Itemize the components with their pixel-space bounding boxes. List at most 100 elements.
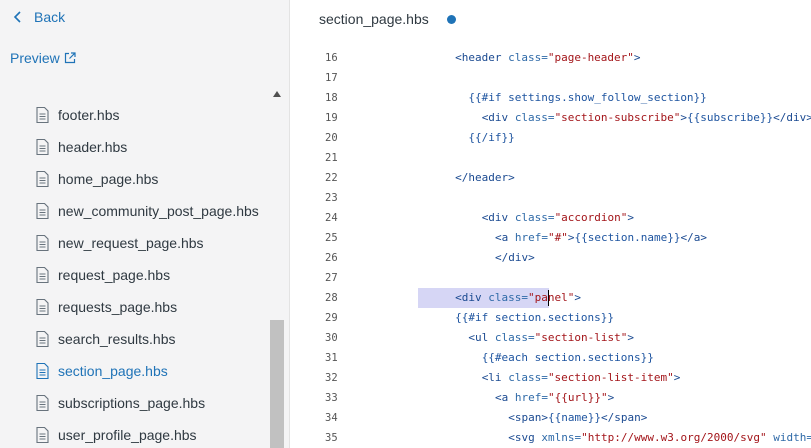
file-item[interactable]: search_results.hbs	[36, 328, 176, 350]
preview-label: Preview	[10, 50, 60, 66]
code-line: 29 {{#if section.sections}}	[291, 308, 811, 328]
code-line: 16 <header class="page-header">	[291, 48, 811, 68]
line-number: 28	[325, 292, 338, 304]
code-token: "panel"	[527, 291, 575, 304]
code-line: 22 </header>	[291, 168, 811, 188]
code-text: {{#if settings.show_follow_section}}	[468, 88, 706, 108]
code-line: 24 <div class="accordion">	[291, 208, 811, 228]
line-number: 20	[325, 132, 338, 144]
file-name: request_page.hbs	[58, 267, 171, 283]
file-item[interactable]: requests_page.hbs	[36, 296, 177, 318]
code-token: {{/if}}	[468, 131, 515, 144]
file-name: footer.hbs	[58, 107, 120, 123]
file-item[interactable]: user_profile_page.hbs	[36, 424, 197, 446]
document-icon	[36, 171, 49, 187]
file-name: header.hbs	[58, 139, 128, 155]
line-number: 16	[325, 52, 338, 64]
code-token: "section-list-item"	[547, 371, 674, 384]
code-token: {{#if settings.show_follow_section}}	[468, 91, 707, 104]
line-number: 27	[325, 272, 338, 284]
code-text: <span>{{name}}</span>	[508, 408, 647, 428]
file-item-partial[interactable]	[36, 84, 58, 85]
code-token: class=	[494, 331, 535, 344]
code-editor[interactable]: 16 <header class="page-header"> 17 18 {{#if …	[291, 40, 811, 448]
code-token: >	[673, 371, 681, 384]
file-name: subscriptions_page.hbs	[58, 395, 206, 411]
line-number: 35	[325, 432, 338, 444]
line-number: 25	[325, 232, 338, 244]
code-line: 35 <svg xmlns="http://www.w3.org/2000/svg…	[291, 428, 811, 448]
tab-section-page[interactable]: section_page.hbs	[319, 11, 456, 27]
line-number: 31	[325, 352, 338, 364]
code-text: <ul class="section-list">	[468, 328, 634, 348]
code-token: "section-subscribe"	[554, 111, 681, 124]
code-token: "#"	[548, 231, 568, 244]
code-token: >	[607, 391, 615, 404]
line-number: 17	[325, 72, 338, 84]
file-item[interactable]: new_community_post_page.hbs	[36, 200, 259, 222]
scrollbar-thumb[interactable]	[270, 320, 284, 448]
code-text: <svg xmlns="http://www.w3.org/2000/svg" …	[508, 428, 811, 448]
code-token: >	[627, 211, 635, 224]
file-name: home_page.hbs	[58, 171, 159, 187]
code-token: <div	[481, 111, 515, 124]
code-token: </div>	[495, 251, 535, 264]
code-line: 30 <ul class="section-list">	[291, 328, 811, 348]
code-line: 19 <div class="section-subscribe">{{subsc…	[291, 108, 811, 128]
document-icon	[36, 235, 49, 251]
code-token: class=	[514, 211, 555, 224]
file-name: user_profile_page.hbs	[58, 427, 197, 443]
code-line: 25 <a href="#">{{section.name}}</a>	[291, 228, 811, 248]
sidebar: Back Preview footer.hbs header.hbs home_pa…	[0, 0, 290, 448]
code-token: class=	[514, 111, 555, 124]
code-token: xmlns=	[541, 431, 582, 444]
code-text: {{#if section.sections}}	[455, 308, 614, 328]
line-number: 19	[325, 112, 338, 124]
code-text: <div class="accordion">	[482, 208, 634, 228]
file-item[interactable]: new_request_page.hbs	[36, 232, 204, 254]
document-icon	[36, 395, 49, 411]
code-line: 28 <div class="panel">	[291, 288, 811, 308]
code-text: </div>	[495, 248, 535, 268]
code-token: <div	[455, 291, 489, 304]
code-text: <a href="{{url}}">	[495, 388, 614, 408]
file-item[interactable]: header.hbs	[36, 136, 127, 158]
document-icon	[36, 139, 49, 155]
code-token: <div	[481, 211, 515, 224]
file-item[interactable]: section_page.hbs	[36, 360, 168, 382]
file-name: new_community_post_page.hbs	[58, 203, 259, 219]
document-icon	[36, 331, 49, 347]
file-name: section_page.hbs	[58, 363, 168, 379]
code-token: <header	[455, 51, 509, 64]
line-number: 30	[325, 332, 338, 344]
chevron-left-icon	[13, 11, 21, 23]
document-icon	[36, 267, 49, 283]
code-text: <div class="panel">	[455, 288, 581, 308]
code-token: "accordion"	[554, 211, 628, 224]
code-line: 21	[291, 148, 811, 168]
file-item[interactable]: footer.hbs	[36, 104, 120, 126]
preview-link[interactable]: Preview	[10, 50, 76, 66]
file-item[interactable]: request_page.hbs	[36, 264, 170, 286]
scroll-up-arrow-icon[interactable]	[273, 91, 281, 97]
code-token: {{subscribe}}	[687, 111, 774, 124]
line-number: 18	[325, 92, 338, 104]
file-item[interactable]: home_page.hbs	[36, 168, 158, 190]
code-text: <div class="section-subscribe">{{subscri…	[482, 108, 811, 128]
back-button[interactable]: Back	[10, 9, 65, 25]
code-token: "section-list"	[534, 331, 628, 344]
code-text: </header>	[455, 168, 515, 188]
line-number: 33	[325, 392, 338, 404]
code-line: 27	[291, 268, 811, 288]
code-token: >	[567, 231, 575, 244]
scrollbar[interactable]	[270, 84, 284, 448]
code-line: 34 <span>{{name}}</span>	[291, 408, 811, 428]
document-icon	[36, 203, 49, 219]
document-icon	[36, 427, 49, 443]
code-token: "http://www.w3.org/2000/svg"	[581, 431, 767, 444]
code-line: 18 {{#if settings.show_follow_section}}	[291, 88, 811, 108]
file-item[interactable]: subscriptions_page.hbs	[36, 392, 205, 414]
code-line: 17	[291, 68, 811, 88]
line-number: 23	[325, 192, 338, 204]
code-token: </span>	[601, 411, 648, 424]
